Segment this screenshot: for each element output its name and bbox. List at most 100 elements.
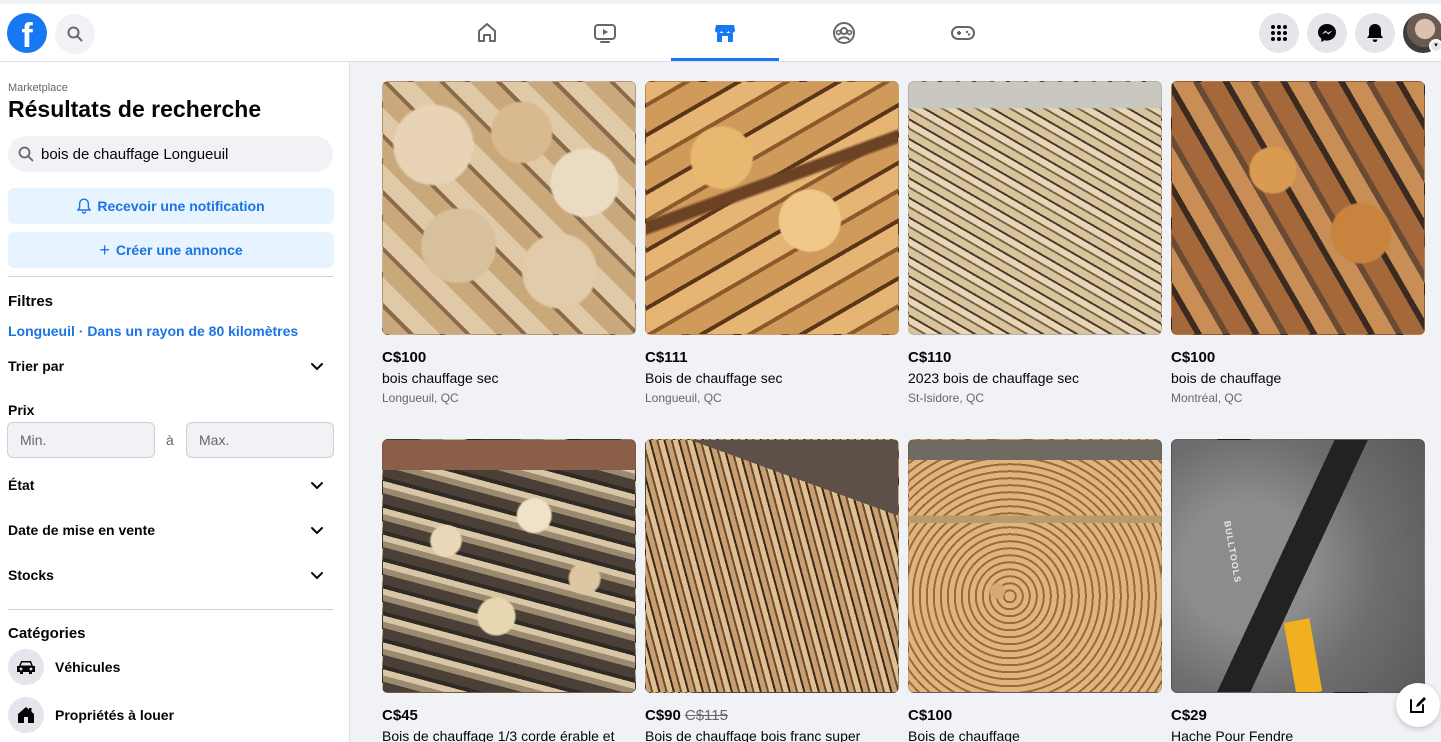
stock-filter[interactable]: Stocks	[8, 564, 328, 586]
chevron-down-icon	[311, 363, 323, 371]
sidebar: Marketplace Résultats de recherche Recev…	[0, 62, 350, 742]
listing-title: 2023 bois de chauffage sec	[908, 370, 1079, 386]
listing-price: C$100	[382, 349, 427, 366]
create-listing-button[interactable]: + Créer une annonce	[8, 232, 334, 268]
listing-photo[interactable]	[645, 81, 899, 335]
menu-grid-icon	[1271, 25, 1287, 41]
search-button[interactable]	[55, 14, 95, 54]
chevron-down-icon	[311, 482, 323, 490]
divider	[8, 276, 333, 277]
breadcrumb[interactable]: Marketplace	[8, 82, 68, 94]
condition-label: État	[8, 477, 35, 493]
location-filter-link[interactable]: Longueuil · Dans un rayon de 80 kilomètr…	[8, 323, 298, 339]
listing-title: Bois de chauffage	[908, 728, 1020, 742]
house-icon	[8, 697, 44, 733]
new-message-button[interactable]	[1396, 683, 1440, 727]
category-vehicles[interactable]: Véhicules	[8, 649, 120, 685]
tab-gaming[interactable]	[909, 6, 1017, 60]
listing-title: bois chauffage sec	[382, 370, 499, 386]
listing-price: C$29	[1171, 707, 1207, 724]
listing-photo[interactable]	[908, 81, 1162, 335]
listing-photo[interactable]	[382, 439, 636, 693]
categories-title: Catégories	[8, 625, 86, 642]
listing-title: Hache Pour Fendre	[1171, 728, 1294, 742]
condition-filter[interactable]: État	[8, 474, 328, 496]
notifications-button[interactable]	[1355, 13, 1395, 53]
listing-card[interactable]: C$90 C$115 Bois de chauffage bois franc s…	[645, 439, 899, 742]
tab-marketplace[interactable]	[671, 6, 779, 61]
chevron-down-icon[interactable]: ▾	[1429, 39, 1441, 53]
listing-price: C$90	[645, 707, 681, 724]
listing-old-price: C$115	[684, 707, 728, 724]
tab-groups[interactable]	[790, 6, 898, 60]
listing-photo[interactable]: BULLTOOLS	[1171, 439, 1425, 693]
top-navigation-bar: f ▾	[0, 0, 1441, 62]
listing-photo[interactable]	[382, 81, 636, 335]
listing-price: C$100	[908, 707, 953, 724]
listing-location: St-Isidore, QC	[908, 391, 985, 405]
date-label: Date de mise en vente	[8, 522, 156, 538]
sort-label: Trier par	[8, 358, 65, 374]
listing-price: C$100	[1171, 349, 1216, 366]
category-label: Véhicules	[55, 659, 121, 675]
facebook-logo[interactable]: f	[7, 13, 47, 53]
sort-filter[interactable]: Trier par	[8, 355, 328, 377]
marketplace-search[interactable]	[8, 136, 333, 172]
video-icon	[594, 24, 616, 43]
listing-price: C$110	[908, 349, 952, 366]
divider	[8, 609, 333, 610]
price-max-input[interactable]	[186, 422, 334, 458]
notify-button[interactable]: Recevoir une notification	[8, 188, 334, 224]
listing-card[interactable]: C$100 Bois de chauffage	[908, 439, 1162, 742]
filters-title: Filtres	[8, 293, 54, 310]
listing-location: Montréal, QC	[1171, 391, 1243, 405]
compose-icon	[1410, 697, 1426, 713]
category-label: Propriétés à louer	[55, 707, 175, 723]
listing-card[interactable]: C$110 2023 bois de chauffage sec St-Isid…	[908, 81, 1162, 405]
create-label: Créer une annonce	[115, 242, 243, 258]
tab-home[interactable]	[433, 6, 541, 60]
listing-title: bois de chauffage	[1171, 370, 1282, 386]
price-separator: à	[166, 432, 174, 448]
price-min-input[interactable]	[7, 422, 155, 458]
home-icon	[478, 23, 496, 42]
messenger-icon	[1318, 24, 1336, 42]
stock-label: Stocks	[8, 567, 54, 583]
listing-title: Bois de chauffage bois franc super	[645, 728, 861, 742]
groups-icon	[833, 22, 855, 44]
bell-outline-icon	[77, 198, 92, 214]
bell-icon	[1367, 24, 1383, 42]
tab-watch[interactable]	[551, 6, 659, 60]
gamepad-icon	[951, 26, 975, 40]
car-icon	[8, 649, 44, 685]
messenger-button[interactable]	[1307, 13, 1347, 53]
listing-price-row: C$90 C$115	[645, 707, 899, 724]
listing-card[interactable]: C$100 bois de chauffage Montréal, QC	[1171, 81, 1425, 405]
chevron-down-icon	[311, 527, 323, 535]
listing-title: Bois de chauffage sec	[645, 370, 783, 386]
listing-photo[interactable]	[908, 439, 1162, 693]
category-property-rentals[interactable]: Propriétés à louer	[8, 697, 174, 733]
listing-title: Bois de chauffage 1/3 corde érable et	[382, 728, 615, 742]
search-input[interactable]	[41, 145, 321, 163]
axe-handle	[1283, 618, 1323, 692]
menu-button[interactable]	[1259, 13, 1299, 53]
listing-photo[interactable]	[1171, 81, 1425, 335]
listing-card[interactable]: C$111 Bois de chauffage sec Longueuil, Q…	[645, 81, 899, 405]
search-icon	[18, 146, 34, 162]
listing-card[interactable]: BULLTOOLS C$29 Hache Pour Fendre	[1171, 439, 1425, 742]
listing-photo[interactable]	[645, 439, 899, 693]
listing-card[interactable]: C$45 Bois de chauffage 1/3 corde érable …	[382, 439, 636, 742]
search-icon	[67, 26, 83, 42]
date-listed-filter[interactable]: Date de mise en vente	[8, 519, 328, 541]
chevron-down-icon	[311, 572, 323, 580]
listing-price: C$111	[645, 349, 688, 366]
listing-location: Longueuil, QC	[645, 391, 722, 405]
listing-card[interactable]: C$100 bois chauffage sec Longueuil, QC	[382, 81, 636, 405]
marketplace-icon	[715, 25, 735, 42]
listing-price: C$45	[382, 707, 418, 724]
listing-location: Longueuil, QC	[382, 391, 459, 405]
plus-icon: +	[99, 239, 110, 260]
axe-brand-text: BULLTOOLS	[1222, 520, 1243, 584]
price-label: Prix	[8, 402, 35, 418]
